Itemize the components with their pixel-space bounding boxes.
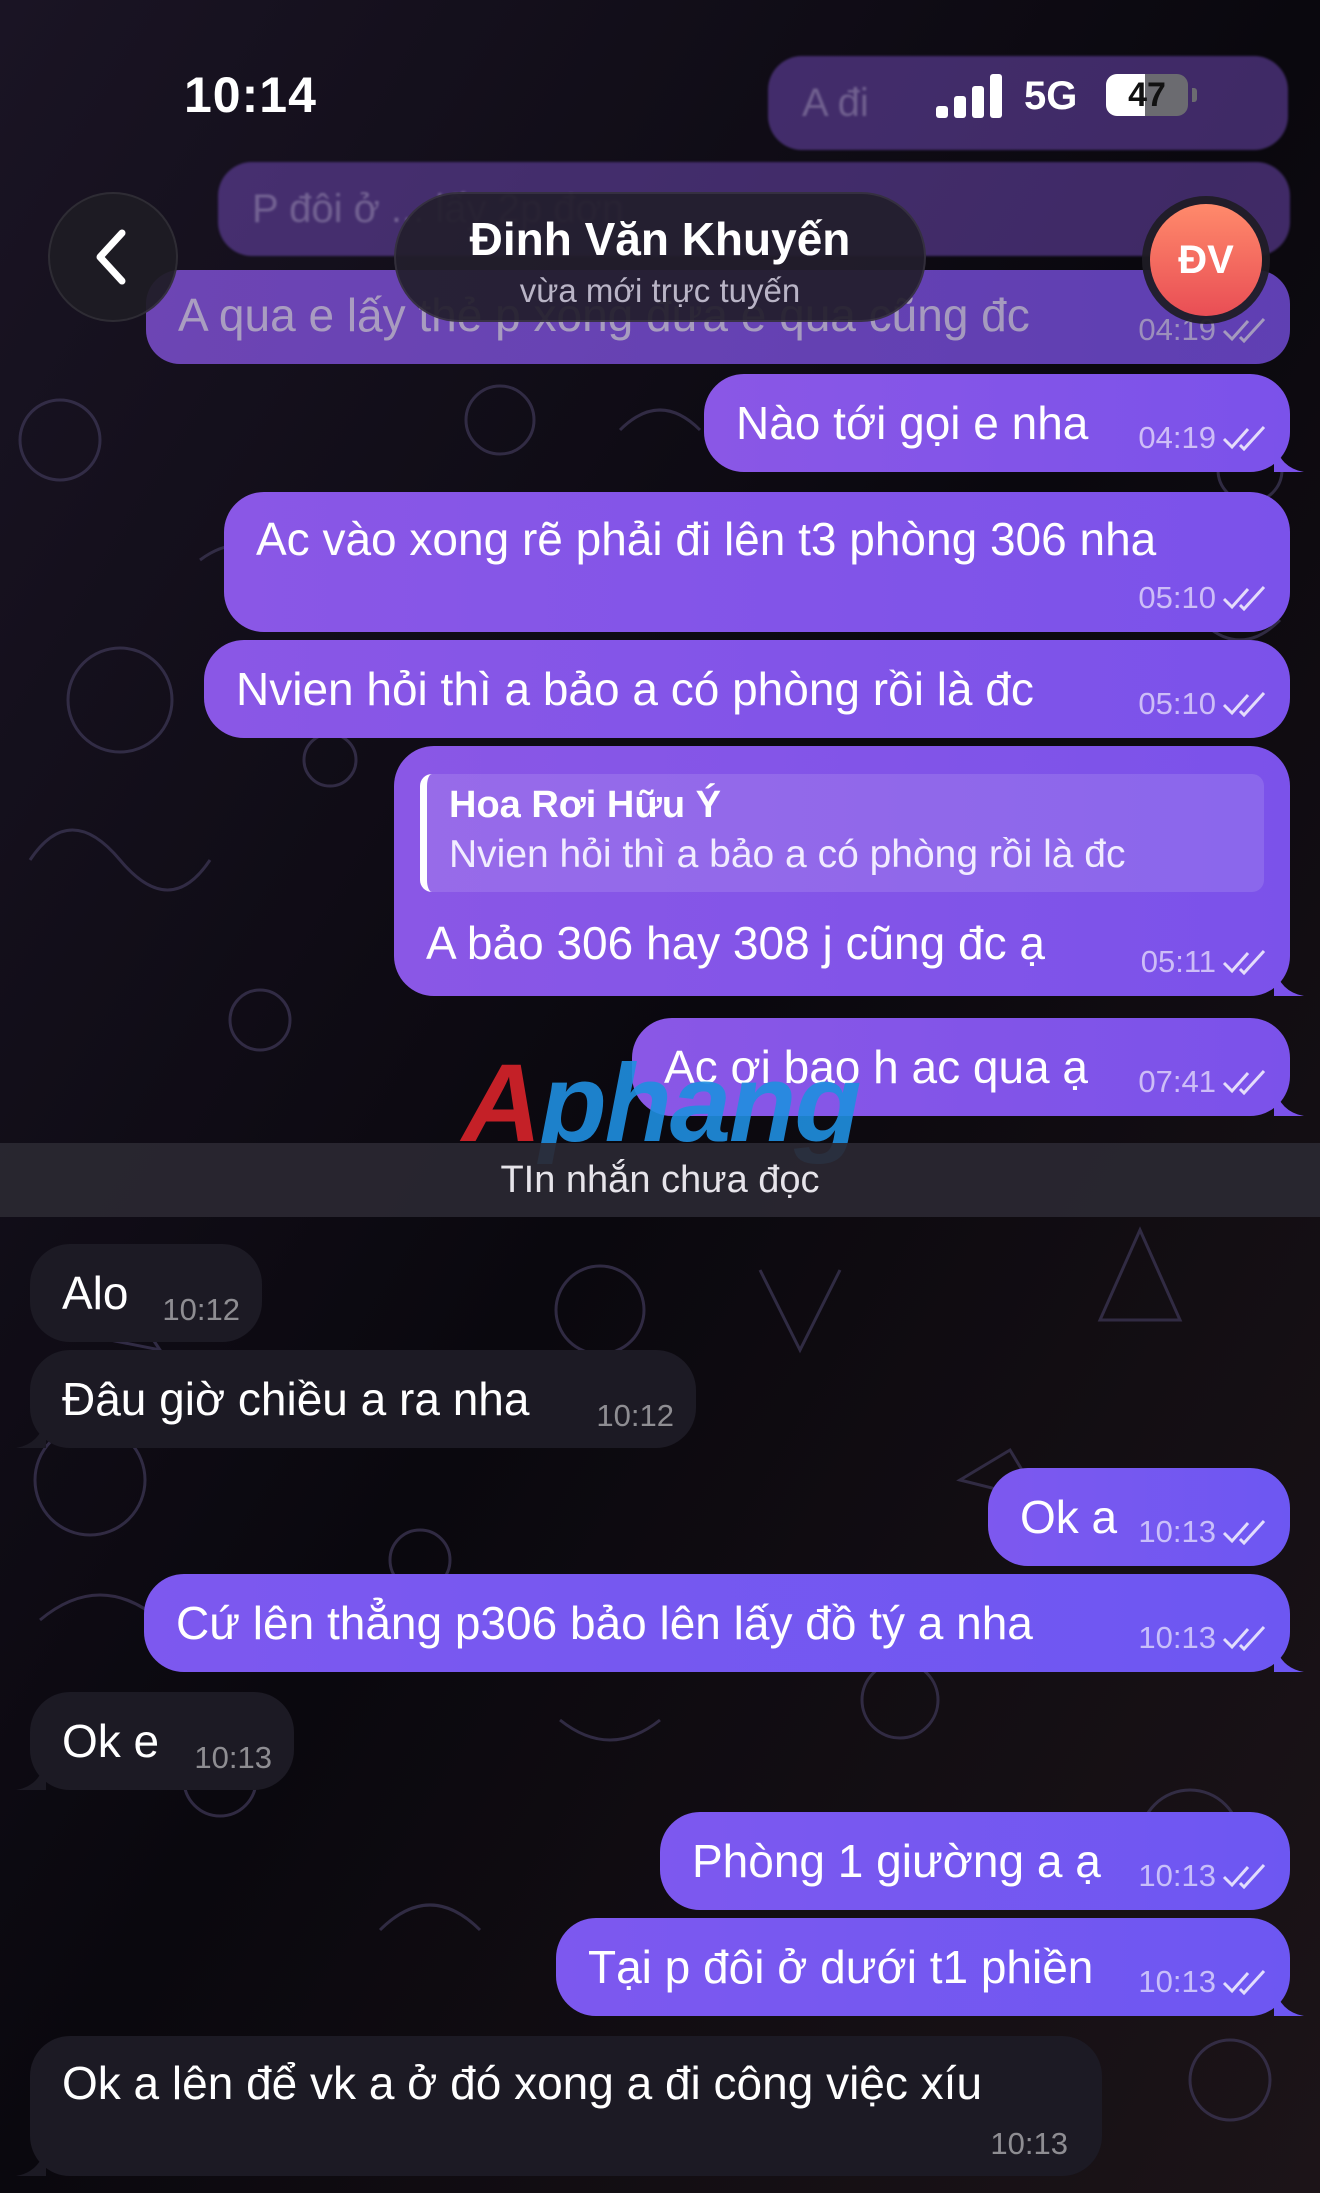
back-button[interactable]	[48, 192, 178, 322]
message-text: Đâu giờ chiều a ra nha	[62, 1373, 530, 1425]
contact-status: vừa mới trực tuyến	[519, 272, 801, 309]
bubble-tail	[1274, 442, 1304, 472]
message-text: Tại p đôi ở dưới t1 phiền	[588, 1941, 1094, 1993]
battery-percent: 47	[1128, 76, 1166, 114]
bubble-tail	[1274, 1986, 1304, 2016]
message-meta: 05:11	[1141, 944, 1268, 980]
message-time: 10:12	[596, 1398, 674, 1433]
message-time: 07:41	[1138, 1064, 1216, 1099]
message-text: Ok a lên để vk a ở đó xong a đi công việ…	[62, 2057, 983, 2109]
message-meta: 10:13	[990, 2126, 1068, 2162]
message-text: Ok a	[1020, 1491, 1118, 1543]
reply-quote[interactable]: Hoa Rơi Hữu Ý Nvien hỏi thì a bảo a có p…	[420, 774, 1264, 892]
double-check-icon	[1222, 585, 1266, 611]
message-bubble-incoming[interactable]: Đâu giờ chiều a ra nha 10:12	[16, 1350, 696, 1448]
reply-text: Nvien hỏi thì a bảo a có phòng rồi là đc	[449, 833, 1126, 876]
message-time: 10:13	[1138, 1964, 1216, 1999]
status-bar: 10:14 5G 47	[0, 0, 1320, 190]
message-meta: 05:10	[1138, 686, 1268, 722]
message-bubble-incoming[interactable]: Ok e 10:13	[16, 1692, 294, 1790]
message-meta: 10:13	[1138, 1858, 1268, 1894]
double-check-icon	[1222, 1969, 1266, 1995]
message-bubble-outgoing[interactable]: Nvien hỏi thì a bảo a có phòng rồi là đc…	[204, 640, 1290, 738]
bubble-tail	[1274, 1086, 1304, 1116]
message-meta: 10:13	[194, 1740, 272, 1776]
unread-divider: TIn nhắn chưa đọc	[0, 1143, 1320, 1217]
double-check-icon	[1222, 1069, 1266, 1095]
message-text: Nào tới gọi e nha	[736, 397, 1089, 449]
message-meta: 07:41	[1138, 1064, 1268, 1100]
message-time: 10:12	[162, 1292, 240, 1327]
message-text: Nvien hỏi thì a bảo a có phòng rồi là đc	[236, 663, 1034, 715]
message-bubble-outgoing[interactable]: Nào tới gọi e nha 04:19	[704, 374, 1304, 472]
message-text: Phòng 1 giường a ạ	[692, 1835, 1101, 1887]
signal-icon	[936, 74, 1004, 118]
message-bubble-outgoing[interactable]: Tại p đôi ở dưới t1 phiền 10:13	[556, 1918, 1304, 2016]
double-check-icon	[1222, 1519, 1266, 1545]
message-meta: 10:13	[1138, 1964, 1268, 2000]
double-check-icon	[1222, 425, 1266, 451]
message-meta: 10:13	[1138, 1620, 1268, 1656]
double-check-icon	[1222, 949, 1266, 975]
double-check-icon	[1222, 691, 1266, 717]
message-bubble-outgoing[interactable]: Cứ lên thẳng p306 bảo lên lấy đồ tý a nh…	[144, 1574, 1304, 1672]
double-check-icon	[1222, 1863, 1266, 1889]
bubble-tail	[16, 1418, 46, 1448]
bubble-tail	[16, 1760, 46, 1790]
message-bubble-outgoing[interactable]: Ok a 10:13	[988, 1468, 1290, 1566]
back-arrow-icon	[96, 229, 126, 285]
message-meta: 10:12	[596, 1398, 674, 1434]
reply-author: Hoa Rơi Hữu Ý	[449, 784, 721, 826]
chat-header-title[interactable]: Đinh Văn Khuyến vừa mới trực tuyến	[394, 192, 926, 322]
message-bubble-outgoing[interactable]: Ac vào xong rẽ phải đi lên t3 phòng 306 …	[224, 492, 1290, 632]
bubble-tail	[1274, 1642, 1304, 1672]
message-time: 10:13	[1138, 1514, 1216, 1549]
message-time: 05:11	[1140, 944, 1216, 979]
avatar[interactable]: ĐV	[1150, 204, 1262, 316]
double-check-icon	[1222, 1625, 1266, 1651]
message-meta: 10:12	[162, 1292, 240, 1328]
battery-tip	[1192, 88, 1197, 102]
bubble-tail	[1274, 966, 1304, 996]
message-bubble-incoming[interactable]: Alo 10:12	[30, 1244, 262, 1342]
message-time: 10:13	[1138, 1620, 1216, 1655]
message-text: A bảo 306 hay 308 j cũng đc ạ	[426, 917, 1045, 969]
message-time: 10:13	[990, 2126, 1068, 2161]
contact-name: Đinh Văn Khuyến	[469, 213, 851, 265]
message-text: Cứ lên thẳng p306 bảo lên lấy đồ tý a nh…	[176, 1597, 1033, 1649]
message-bubble-outgoing[interactable]: Hoa Rơi Hữu Ý Nvien hỏi thì a bảo a có p…	[394, 746, 1304, 996]
message-text: Alo	[62, 1267, 129, 1319]
status-time: 10:14	[184, 67, 317, 123]
network-type: 5G	[1024, 74, 1078, 118]
message-time: 04:19	[1138, 420, 1216, 455]
message-meta: 10:13	[1138, 1514, 1268, 1550]
message-time: 10:13	[194, 1740, 272, 1775]
message-meta: 04:19	[1138, 420, 1268, 456]
battery-icon: 47	[1106, 74, 1188, 116]
message-time: 05:10	[1138, 580, 1216, 615]
bubble-tail	[16, 2146, 46, 2176]
message-text: Ac vào xong rẽ phải đi lên t3 phòng 306 …	[256, 513, 1157, 565]
message-time: 10:13	[1138, 1858, 1216, 1893]
double-check-icon	[1222, 317, 1266, 343]
message-bubble-incoming[interactable]: Ok a lên để vk a ở đó xong a đi công việ…	[16, 2036, 1102, 2176]
message-time: 05:10	[1138, 686, 1216, 721]
message-bubble-outgoing[interactable]: Phòng 1 giường a ạ 10:13	[660, 1812, 1290, 1910]
message-text: Ok e	[62, 1715, 160, 1767]
message-meta: 05:10	[1138, 580, 1268, 616]
